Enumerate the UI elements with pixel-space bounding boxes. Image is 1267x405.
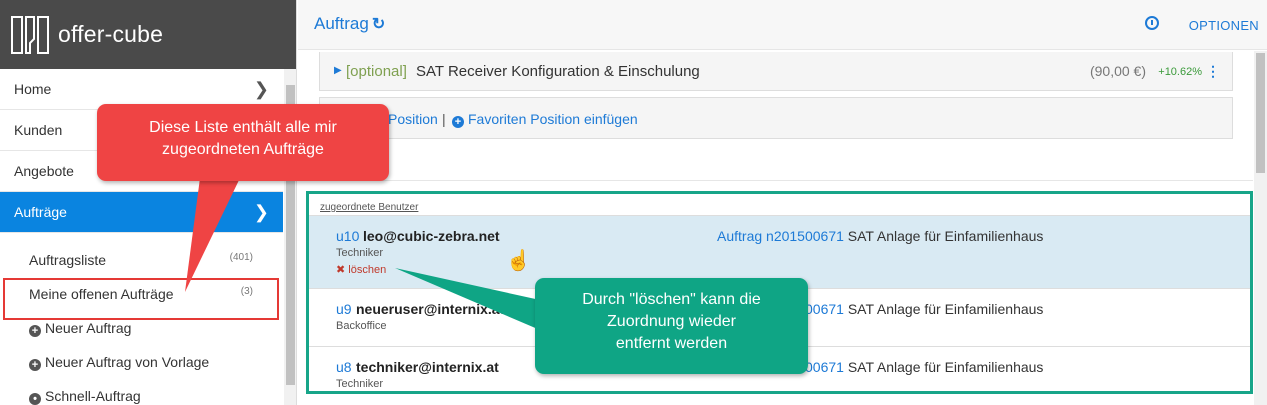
user-email[interactable]: neueruser@internix.at [356,301,504,317]
add-position-link[interactable]: Position [388,98,438,140]
position-row[interactable]: ▶ [optional] SAT Receiver Konfiguration … [319,52,1233,91]
offer-cube-logo-icon [11,15,49,54]
position-actions-bar: Position | + Favoriten Position einfügen [319,97,1233,139]
page-title: Auftrag ↻ [314,14,385,34]
user-role: Backoffice [336,320,387,332]
page-title-text: Auftrag [314,14,369,33]
callout-line: entfernt werden [615,335,728,352]
sidebar-subitem-label: Auftragsliste [29,252,107,268]
user-email[interactable]: techniker@internix.at [356,359,499,375]
separator: | [442,111,446,127]
delete-link[interactable]: ✖ löschen [336,263,386,276]
sidebar-subitem-schnell-auftrag[interactable]: • Schnell-Auftrag [0,379,283,405]
sidebar-subitem-label: Neuer Auftrag [45,320,132,336]
position-percent: +10.62% [1158,66,1202,78]
order-label: Auftrag [717,228,763,244]
sidebar-subitem-neuer-auftrag-von-vorlage[interactable]: + Neuer Auftrag von Vorlage [0,345,283,379]
plus-circle-icon: + [452,116,464,128]
scrollbar-thumb[interactable] [1256,53,1265,173]
sidebar-subitem-label: Schnell-Auftrag [45,388,141,404]
topbar: Auftrag ↻ OPTIONEN [298,0,1267,50]
divider [298,180,1253,181]
add-favorite-label: Favoriten Position einfügen [468,111,638,127]
clock-icon[interactable] [1145,16,1159,30]
position-price: (90,00 €) [1089,63,1146,79]
add-favorite-position-link[interactable]: + Favoriten Position einfügen [452,98,638,140]
sidebar-item-label: Aufträge [14,204,67,220]
order-description: SAT Anlage für Einfamilienhaus [847,359,1044,375]
close-icon: ✖ [336,264,349,276]
caret-right-icon[interactable]: ▶ [334,65,342,76]
sidebar-item-label: Angebote [14,163,74,179]
chevron-right-icon: ❯ [253,202,269,222]
brand-header[interactable]: offer-cube [0,0,296,69]
position-name: SAT Receiver Konfiguration & Einschulung [416,63,700,80]
options-button[interactable]: OPTIONEN [1189,18,1259,33]
order-link[interactable]: 00671 SAT Anlage für Einfamilienhaus [805,359,1043,375]
sidebar-subitem-label: Neuer Auftrag von Vorlage [45,354,210,370]
highlight-box [3,278,279,320]
kebab-menu-icon[interactable]: ⋮ [1206,63,1220,80]
delete-label: löschen [348,264,387,276]
order-description: SAT Anlage für Einfamilienhaus [847,301,1044,317]
plus-circle-icon: + [29,359,41,371]
sidebar-item-label: Home [14,81,52,97]
callout-green: Durch "löschen" kann die Zuordnung wiede… [535,278,808,374]
sidebar-item-auftraege[interactable]: Aufträge ❯ [0,192,283,233]
order-number: 00671 [805,301,844,317]
brand-name: offer-cube [58,21,164,47]
hand-cursor-icon: ☝ [506,250,531,272]
user-id: u8 [336,359,352,375]
plus-circle-icon: + [29,325,41,337]
main-scrollbar[interactable] [1254,51,1267,405]
user-role: Techniker [336,378,384,390]
user-email[interactable]: leo@cubic-zebra.net [363,228,500,244]
sidebar-item-label: Kunden [14,122,63,138]
order-link[interactable]: Auftrag n201500671 SAT Anlage für Einfam… [717,228,1043,244]
user-id: u9 [336,301,352,317]
order-description: SAT Anlage für Einfamilienhaus [847,228,1044,244]
callout-line: Durch "löschen" kann die [582,291,761,308]
refresh-icon[interactable]: ↻ [372,16,385,33]
optional-tag: [optional] [346,63,407,80]
dot-circle-icon: • [29,393,41,405]
order-number: 00671 [805,359,844,375]
callout-line: Zuordnung wieder [607,313,736,330]
assigned-users-heading: zugeordnete Benutzer [320,202,419,213]
sidebar: offer-cube Home ❯ Kunden Angebote Aufträ… [0,0,297,405]
sidebar-subitem-auftragsliste[interactable]: Auftragsliste (401) [0,243,283,277]
user-role: Techniker [336,247,384,259]
count-badge: (401) [229,252,253,263]
order-number: n201500671 [766,228,844,244]
order-link[interactable]: 00671 SAT Anlage für Einfamilienhaus [805,301,1043,317]
app-window: { "brand": { "name": "offer-cube" }, "si… [0,0,1267,405]
user-id: u10 [336,228,360,244]
callout-red: Diese Liste enthält alle mir zugeordnete… [97,104,389,181]
callout-line: zugeordneten Aufträge [162,141,324,158]
callout-line: Diese Liste enthält alle mir [149,119,337,136]
